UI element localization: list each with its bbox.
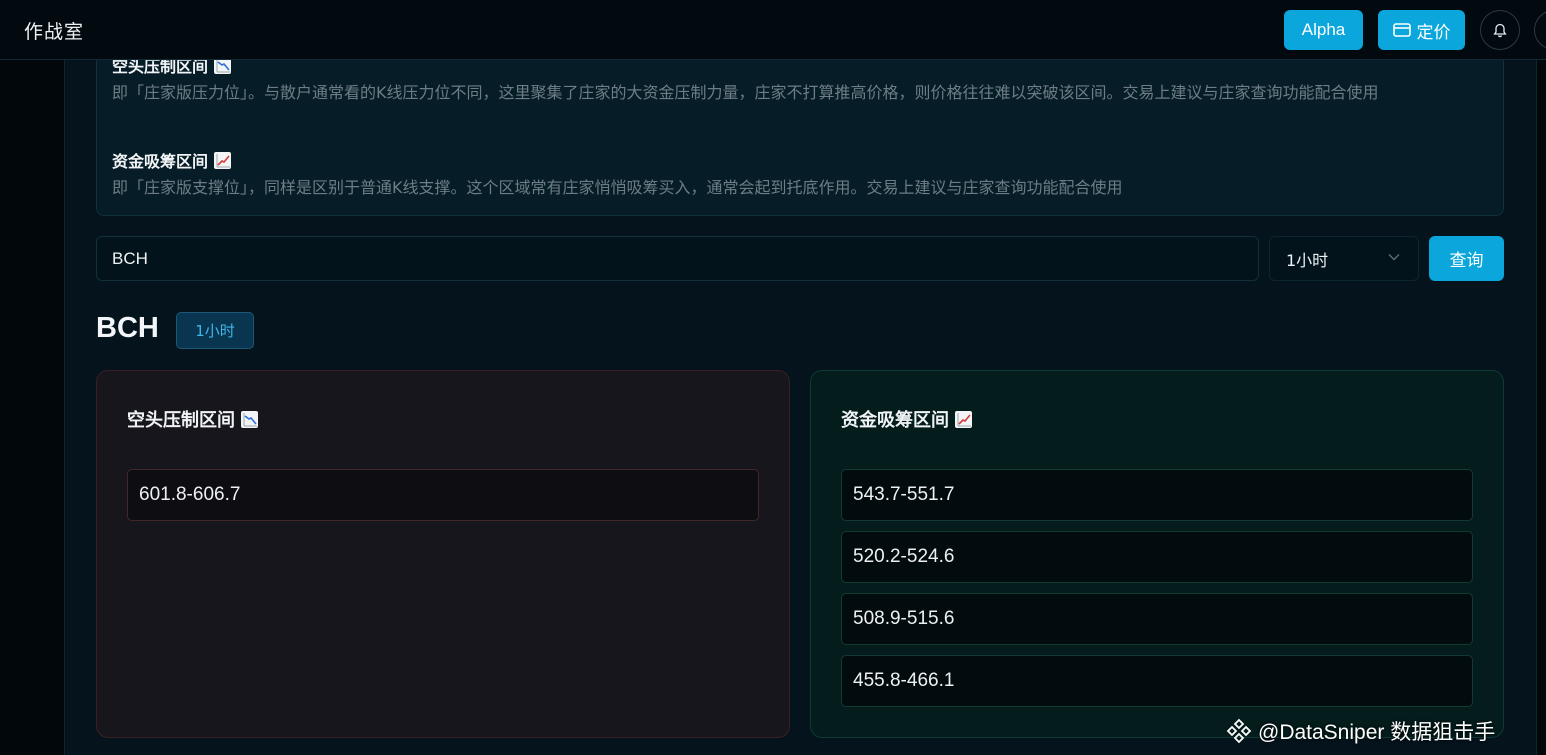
left-sidebar bbox=[0, 60, 65, 755]
right-scroll-rail bbox=[1536, 60, 1546, 755]
interval-badge: 1小时 bbox=[176, 312, 254, 349]
accumulation-zone-item: 543.7-551.7 bbox=[841, 469, 1473, 521]
alpha-button[interactable]: Alpha bbox=[1284, 10, 1363, 50]
result-symbol-heading: BCH bbox=[96, 312, 159, 344]
short-panel-title: 空头压制区间 bbox=[127, 406, 258, 432]
accumulation-zone-list: 543.7-551.7 520.2-524.6 508.9-515.6 455.… bbox=[841, 469, 1473, 717]
accumulation-panel: 资金吸筹区间 543.7-551.7 520.2-524.6 508.9-515… bbox=[810, 370, 1504, 738]
pricing-button[interactable]: 定价 bbox=[1378, 10, 1465, 50]
short-zone-list: 601.8-606.7 bbox=[127, 469, 759, 531]
accumulation-zone-item: 455.8-466.1 bbox=[841, 655, 1473, 707]
diamond-logo-icon bbox=[1226, 718, 1252, 744]
short-zone-item: 601.8-606.7 bbox=[127, 469, 759, 521]
accumulation-zone-item: 508.9-515.6 bbox=[841, 593, 1473, 645]
accumulation-panel-title: 资金吸筹区间 bbox=[841, 406, 972, 432]
symbol-search-input[interactable] bbox=[96, 236, 1259, 281]
user-menu-button[interactable] bbox=[1534, 10, 1546, 50]
chart-increasing-icon bbox=[955, 411, 972, 428]
card-icon bbox=[1392, 23, 1411, 37]
watermark: @DataSniper 数据狙击手 bbox=[1226, 716, 1495, 746]
long-zone-info-description: 即「庄家版支撑位」，同样是区别于普通K线支撑。这个区域常有庄家悄悄吸筹买入，通常… bbox=[112, 178, 1123, 197]
bell-icon bbox=[1493, 23, 1507, 37]
interval-select[interactable]: 1小时 bbox=[1269, 236, 1419, 281]
query-button[interactable]: 查询 bbox=[1429, 236, 1504, 281]
short-zone-info-description: 即「庄家版压力位」。与散户通常看的K线压力位不同，这里聚集了庄家的大资金压制力量… bbox=[112, 83, 1379, 102]
short-pressure-panel: 空头压制区间 601.8-606.7 bbox=[96, 370, 790, 738]
chart-increasing-icon bbox=[214, 152, 232, 169]
notifications-button[interactable] bbox=[1480, 10, 1520, 50]
long-zone-info-title: 资金吸筹区间 bbox=[112, 148, 232, 172]
interval-select-value: 1小时 bbox=[1286, 250, 1329, 270]
top-navigation-bar: 作战室 Alpha 定价 bbox=[0, 0, 1546, 60]
app-title: 作战室 bbox=[24, 21, 85, 43]
chart-decreasing-icon bbox=[241, 411, 258, 428]
accumulation-zone-item: 520.2-524.6 bbox=[841, 531, 1473, 583]
chevron-down-icon bbox=[1388, 254, 1400, 261]
